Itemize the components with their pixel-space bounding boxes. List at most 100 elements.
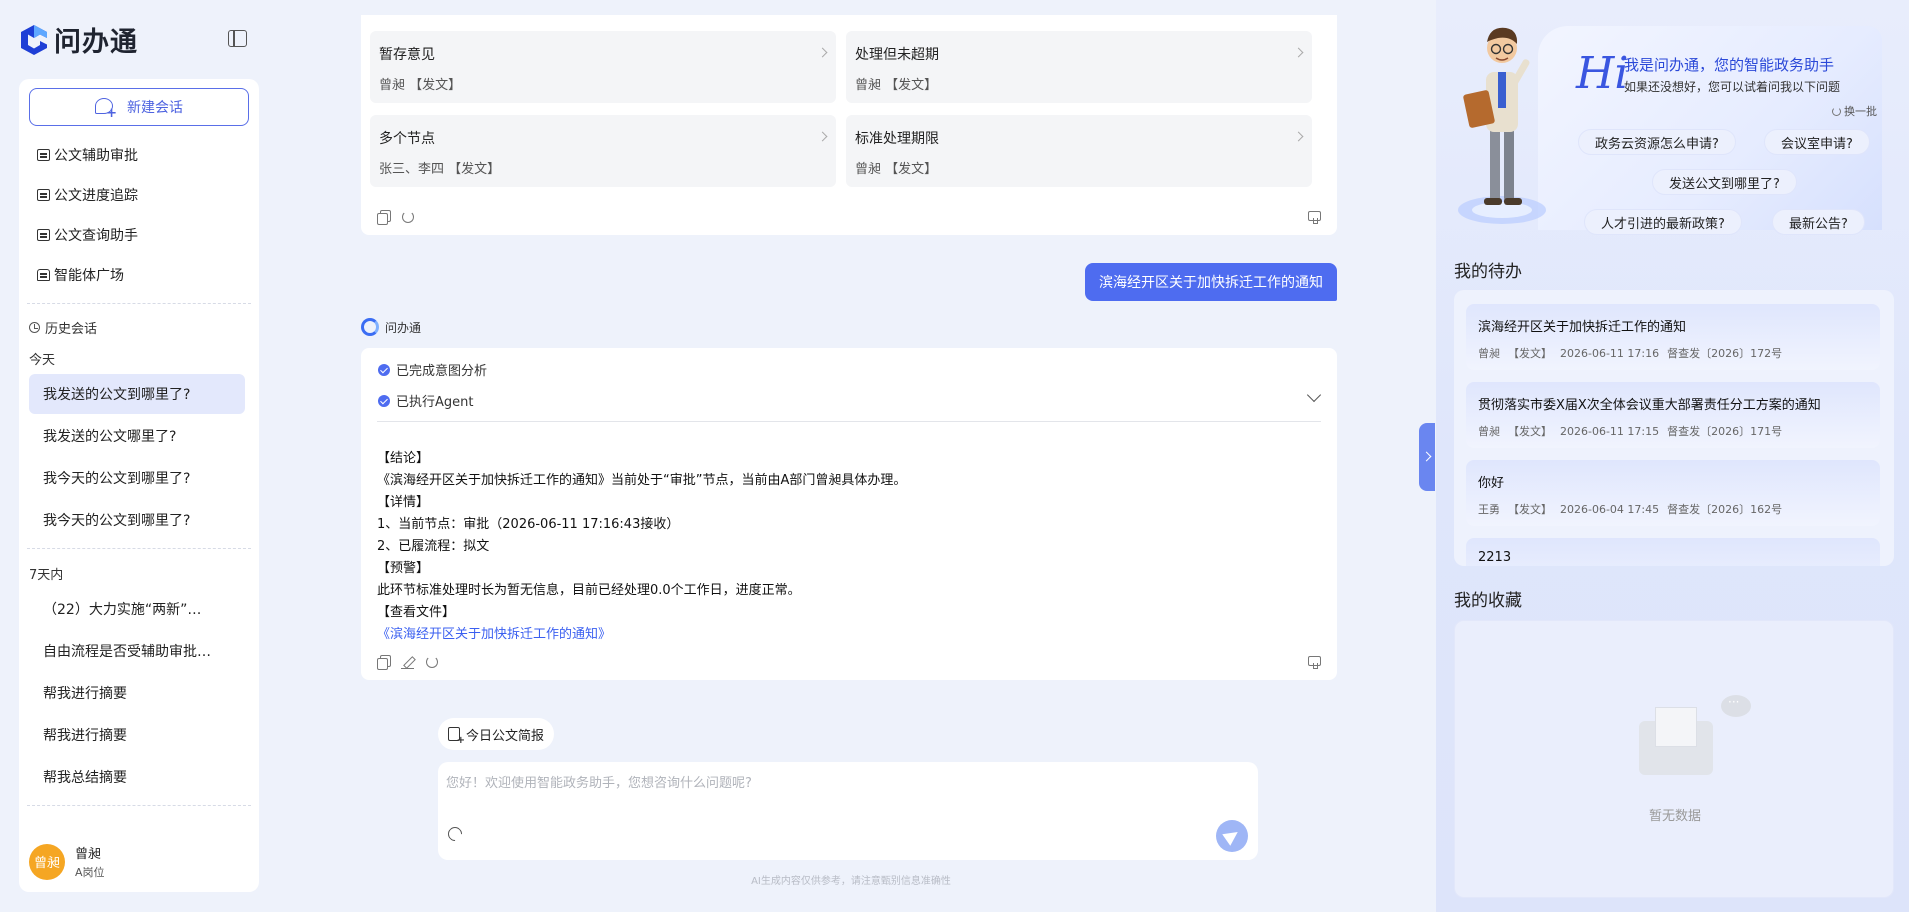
chevron-down-icon[interactable] — [1306, 387, 1322, 403]
todo-item-title: 滨海经开区关于加快拆迁工作的通知 — [1478, 320, 1687, 335]
history-item[interactable]: 帮我进行摘要 — [29, 715, 245, 755]
copy-icon[interactable] — [377, 655, 391, 670]
history-item[interactable]: 我发送的公文到哪里了? — [29, 374, 245, 414]
answer-line: 2、已履流程：拟文 — [377, 539, 490, 554]
todo-person: 王勇 — [1478, 503, 1500, 516]
option-title: 标准处理期限 — [855, 131, 939, 147]
refresh-icon[interactable] — [401, 210, 415, 224]
menu-item-label: 公文查询助手 — [54, 228, 138, 244]
option-title: 暂存意见 — [379, 47, 435, 63]
todo-code: 督查发〔2026〕171号 — [1667, 425, 1783, 438]
todo-item-title: 贯彻落实市委X届X次全体会议重大部署责任分工方案的通知 — [1478, 398, 1821, 413]
option-card[interactable]: 标准处理期限 曾昶 【发文】 — [846, 115, 1312, 187]
suggested-question[interactable]: 政务云资源怎么申请? — [1578, 129, 1736, 155]
suggested-question[interactable]: 发送公文到哪里了? — [1652, 169, 1797, 195]
option-card[interactable]: 多个节点 张三、李四 【发文】 — [370, 115, 836, 187]
divider — [27, 548, 251, 549]
copy-icon[interactable] — [377, 210, 391, 225]
refresh-icon[interactable] — [425, 655, 439, 669]
paperclip-icon[interactable] — [445, 824, 465, 844]
user-name: 曾昶 — [75, 847, 102, 862]
todo-item[interactable]: 贯彻落实市委X届X次全体会议重大部署责任分工方案的通知 曾昶 【发文】 2026-0… — [1466, 382, 1880, 448]
chat-bubble-icon — [1721, 695, 1751, 717]
chat-area: 暂存意见 曾昶 【发文】 处理但未超期 曾昶 【发文】 多个节点 张三、李四 【… — [272, 0, 1430, 912]
user-message: 滨海经开区关于加快拆迁工作的通知 — [1085, 263, 1337, 301]
menu-item-query[interactable]: 公文查询助手 — [19, 215, 259, 255]
step-intent: 已完成意图分析 — [378, 360, 487, 379]
suggested-question[interactable]: 人才引进的最新政策? — [1584, 209, 1742, 235]
option-card[interactable]: 暂存意见 曾昶 【发文】 — [370, 31, 836, 103]
check-circle-icon — [378, 363, 390, 376]
option-card[interactable]: 处理但未超期 曾昶 【发文】 — [846, 31, 1312, 103]
sidebar-panel: 新建会话 公文辅助审批 公文进度追踪 公文查询助手 智能体广场 — [19, 79, 259, 892]
menu-item-label: 公文进度追踪 — [54, 188, 138, 204]
edit-icon[interactable] — [401, 655, 415, 669]
message-input[interactable] — [446, 768, 1226, 798]
thumbs-down-icon[interactable] — [1308, 656, 1321, 669]
app-logo[interactable]: 问办通 — [18, 20, 138, 59]
panel-toggle-button[interactable] — [1419, 423, 1435, 491]
message-tools — [377, 655, 439, 670]
daily-brief-button[interactable]: 今日公文简报 — [438, 718, 555, 750]
refresh-questions-button[interactable]: 换一批 — [1832, 103, 1877, 119]
menu-item-agent-square[interactable]: 智能体广场 — [19, 255, 259, 295]
todo-code: 督查发〔2026〕162号 — [1667, 503, 1783, 516]
doc-icon — [37, 149, 50, 161]
thumbs-down-icon[interactable] — [1308, 211, 1321, 224]
history-item[interactable]: 帮我总结摘要 — [29, 757, 245, 797]
todo-item-meta: 王勇 【发文】 2026-06-04 17:45 督查发〔2026〕162号 — [1478, 501, 1868, 517]
option-title: 处理但未超期 — [855, 47, 939, 63]
step-label: 已完成意图分析 — [396, 364, 488, 379]
history-item[interactable]: 我发送的公文哪里了? — [29, 416, 245, 456]
history-item[interactable]: （22）大力实施“两新”… — [29, 589, 245, 629]
app-name: 问办通 — [54, 27, 138, 58]
history-item[interactable]: 我今天的公文到哪里了? — [29, 500, 245, 540]
todo-item-meta: 曾昶 【发文】 2026-06-11 17:16 督查发〔2026〕172号 — [1478, 345, 1868, 361]
suggested-question[interactable]: 最新公告? — [1772, 209, 1865, 235]
step-label: 已执行Agent — [396, 395, 474, 410]
option-sub: 曾昶 【发文】 — [379, 78, 462, 93]
ai-disclaimer: AI生成内容仅供参考，请注意甄别信息准确性 — [751, 876, 951, 887]
suggested-question[interactable]: 会议室申请? — [1764, 129, 1870, 155]
history-item[interactable]: 我今天的公文到哪里了? — [29, 458, 245, 498]
user-profile[interactable]: 曾昶 曾昶 A岗位 — [29, 843, 105, 880]
hero-title: 我是问办通，您的智能政务助手 — [1624, 56, 1835, 74]
bot-name: 问办通 — [385, 320, 422, 335]
history-item[interactable]: 自由流程是否受辅助审批… — [29, 631, 245, 671]
answer-line: 【结论】 — [377, 451, 430, 466]
todo-item[interactable]: 2213 — [1466, 538, 1880, 566]
clock-icon — [29, 321, 40, 333]
answer-line: 【查看文件】 — [377, 605, 456, 620]
divider — [27, 805, 251, 806]
assistant-mascot-icon — [1458, 27, 1546, 224]
sidebar-collapse-icon[interactable] — [228, 30, 247, 47]
sidebar: 问办通 新建会话 公文辅助审批 公文进度追踪 公文查询助手 智能体广场 — [0, 0, 272, 912]
menu-item-approval[interactable]: 公文辅助审批 — [19, 135, 259, 175]
todo-type: 【发文】 — [1508, 347, 1552, 360]
todo-person: 曾昶 — [1478, 347, 1500, 360]
message-tools — [377, 210, 415, 225]
todo-time: 2026-06-11 17:15 — [1560, 425, 1660, 438]
todo-item[interactable]: 滨海经开区关于加快拆迁工作的通知 曾昶 【发文】 2026-06-11 17:16 督… — [1466, 304, 1880, 370]
history-label: 历史会话 — [45, 321, 98, 337]
answer-line: 【详情】 — [377, 495, 430, 510]
todo-item-meta: 曾昶 【发文】 2026-06-11 17:15 督查发〔2026〕171号 — [1478, 423, 1868, 439]
agent-icon — [37, 269, 50, 281]
avatar: 曾昶 — [29, 843, 65, 880]
document-link[interactable]: 《滨海经开区关于加快拆迁工作的通知》 — [377, 624, 906, 646]
assistant-panel: Hi 我是问办通，您的智能政务助手 如果还没想好，您可以试着问我以下问题 换一批… — [1436, 0, 1909, 912]
todo-list[interactable]: 滨海经开区关于加快拆迁工作的通知 曾昶 【发文】 2026-06-11 17:16 督… — [1454, 290, 1894, 566]
menu-item-tracking[interactable]: 公文进度追踪 — [19, 175, 259, 215]
bot-logo-icon — [361, 318, 379, 336]
divider — [27, 303, 251, 304]
favorites-title: 我的收藏 — [1454, 591, 1522, 611]
chat-plus-icon — [95, 98, 117, 121]
answer-line: 【预警】 — [377, 561, 430, 576]
answer-text: 【结论】 《滨海经开区关于加快拆迁工作的通知》当前处于“审批”节点，当前由A部门… — [377, 448, 906, 646]
todo-item[interactable]: 你好 王勇 【发文】 2026-06-04 17:45 督查发〔2026〕162号 — [1466, 460, 1880, 526]
history-group-7days: 7天内 — [29, 567, 64, 583]
history-item[interactable]: 帮我进行摘要 — [29, 673, 245, 713]
menu-item-label: 公文辅助审批 — [54, 148, 138, 164]
new-chat-button[interactable]: 新建会话 — [29, 88, 249, 126]
send-button[interactable] — [1216, 820, 1248, 852]
